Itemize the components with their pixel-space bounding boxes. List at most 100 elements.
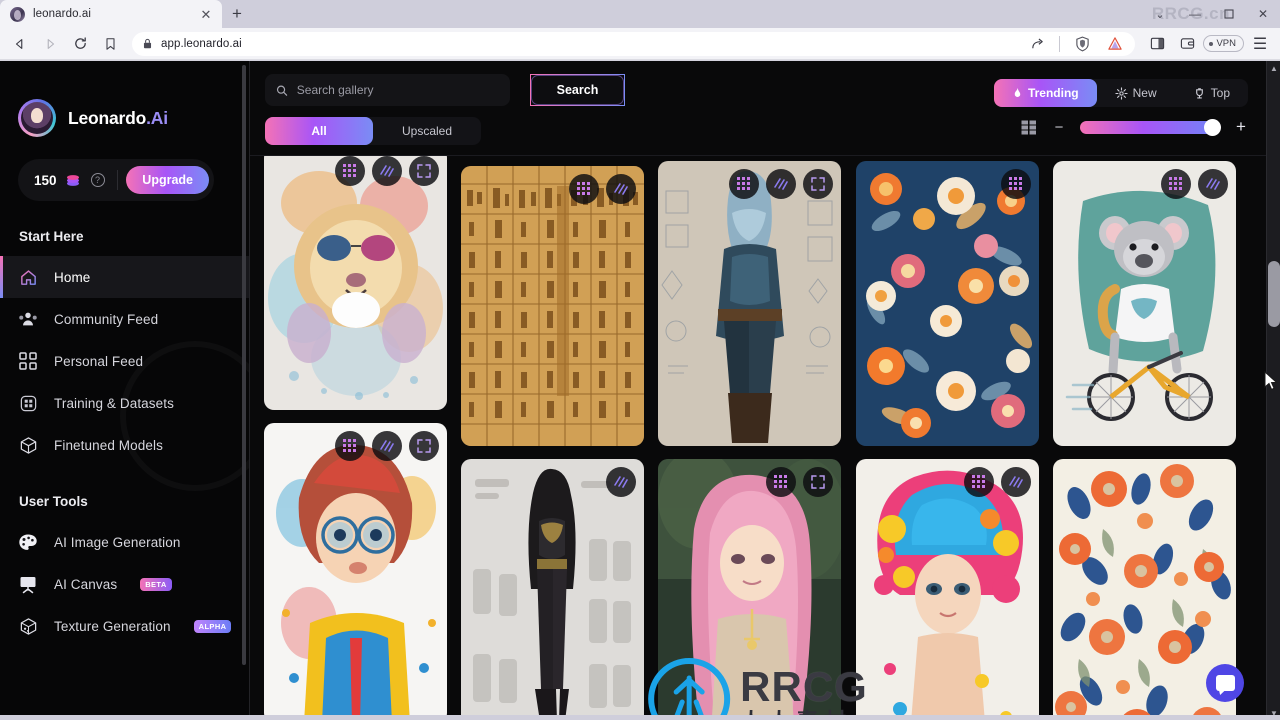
new-tab-button[interactable]: + xyxy=(222,0,252,28)
card-actions xyxy=(729,169,833,199)
sidebar-item-personal-feed[interactable]: Personal Feed xyxy=(0,340,249,382)
sidebar-item-label: Finetuned Models xyxy=(54,437,163,453)
search-input-wrapper[interactable] xyxy=(265,74,510,106)
gallery-card-pink-haired-fantasy[interactable] xyxy=(658,459,841,720)
tab-trending[interactable]: Trending xyxy=(993,79,1097,107)
pixelate-icon[interactable] xyxy=(569,174,599,204)
lock-icon xyxy=(143,38,152,49)
maximize-button[interactable] xyxy=(1212,0,1246,28)
gallery-column xyxy=(264,156,447,720)
gallery-card-koala-bicycle[interactable] xyxy=(1053,161,1236,446)
sidebar-item-label: Personal Feed xyxy=(54,353,144,369)
sidebar-item-ai-canvas[interactable]: AI Canvas BETA xyxy=(0,563,249,605)
back-icon[interactable] xyxy=(6,31,34,57)
url-text: app.leonardo.ai xyxy=(161,37,242,50)
card-image xyxy=(856,459,1039,720)
share-icon[interactable] xyxy=(1023,31,1051,57)
pixelate-icon[interactable] xyxy=(1001,169,1031,199)
minimize-button[interactable]: — xyxy=(1178,0,1212,28)
window-bottom-edge xyxy=(0,715,1280,720)
sparkle-icon xyxy=(1114,86,1128,100)
sidebar-item-finetuned-models[interactable]: Finetuned Models xyxy=(0,424,249,466)
motion-lines-icon[interactable] xyxy=(606,174,636,204)
motion-lines-icon[interactable] xyxy=(372,431,402,461)
window-close-button[interactable]: ✕ xyxy=(1246,0,1280,28)
gallery-column xyxy=(1053,161,1236,720)
upgrade-button[interactable]: Upgrade xyxy=(126,166,209,194)
card-actions xyxy=(1161,169,1228,199)
pixelate-icon[interactable] xyxy=(729,169,759,199)
search-input[interactable] xyxy=(296,83,499,97)
motion-lines-icon[interactable] xyxy=(372,156,402,186)
tab-all[interactable]: All xyxy=(265,117,373,145)
status-badge-alpha: ALPHA xyxy=(193,619,232,633)
motion-lines-icon[interactable] xyxy=(606,467,636,497)
browser-tab[interactable]: leonardo.ai ✕ xyxy=(0,0,222,28)
zoom-slider[interactable] xyxy=(1080,118,1221,136)
motion-lines-icon[interactable] xyxy=(766,169,796,199)
forward-icon[interactable] xyxy=(36,31,64,57)
messenger-button[interactable] xyxy=(1206,664,1244,702)
card-image xyxy=(1053,161,1236,446)
pixelate-icon[interactable] xyxy=(335,431,365,461)
sidebar-item-home[interactable]: Home xyxy=(0,256,249,298)
tab-top[interactable]: Top xyxy=(1175,79,1248,107)
sidebar-item-label: Texture Generation xyxy=(54,618,171,634)
chevron-down-icon[interactable]: ⌄ xyxy=(1142,0,1178,28)
motion-lines-icon[interactable] xyxy=(1001,467,1031,497)
gallery-card-navy-floral-pattern[interactable] xyxy=(856,161,1039,446)
training-icon xyxy=(17,392,39,414)
expand-icon[interactable] xyxy=(803,169,833,199)
scroll-up-arrow[interactable]: ▲ xyxy=(1267,61,1280,75)
tab-new[interactable]: New xyxy=(1097,79,1175,107)
card-image xyxy=(264,423,447,720)
expand-icon[interactable] xyxy=(803,467,833,497)
pixelate-icon[interactable] xyxy=(335,156,365,186)
address-bar-actions xyxy=(1023,32,1129,56)
pixelate-icon[interactable] xyxy=(964,467,994,497)
zoom-slider-knob[interactable] xyxy=(1204,118,1221,136)
reload-icon[interactable] xyxy=(66,31,94,57)
bookmark-icon[interactable] xyxy=(96,31,124,57)
card-actions xyxy=(335,156,439,186)
address-bar[interactable]: app.leonardo.ai xyxy=(132,31,1136,56)
close-icon[interactable]: ✕ xyxy=(198,6,214,22)
gallery-card-dark-fantasy-warrior[interactable] xyxy=(461,459,644,720)
sidebar-item-ai-image-generation[interactable]: AI Image Generation xyxy=(0,521,249,563)
layout-grid-icon[interactable] xyxy=(1020,118,1038,136)
sidebar-item-texture-generation[interactable]: Texture Generation ALPHA xyxy=(0,605,249,647)
sidebar-panel-icon[interactable] xyxy=(1143,31,1171,57)
expand-icon[interactable] xyxy=(409,431,439,461)
sidebar-item-training-datasets[interactable]: Training & Datasets xyxy=(0,382,249,424)
browser-menu-icon[interactable]: ☰ xyxy=(1246,31,1274,57)
gallery-card-watercolor-lion[interactable] xyxy=(264,156,447,410)
sidebar-scrollbar[interactable] xyxy=(242,65,246,665)
tab-upscaled[interactable]: Upscaled xyxy=(373,117,481,145)
community-icon xyxy=(17,308,39,330)
search-button[interactable]: Search xyxy=(530,74,625,106)
gallery-card-blue-haired-warrior[interactable] xyxy=(658,161,841,446)
brave-shields-icon[interactable] xyxy=(1068,31,1096,57)
tokens-icon xyxy=(65,173,81,187)
gallery-card-egyptian-hieroglyphs[interactable] xyxy=(461,166,644,446)
brand-name: Leonardo.Ai xyxy=(68,108,168,129)
vpn-button[interactable]: VPN xyxy=(1203,35,1244,52)
flame-icon xyxy=(1014,87,1021,97)
leonardo-favicon-icon xyxy=(10,6,25,22)
expand-icon[interactable] xyxy=(409,156,439,186)
pixelate-icon[interactable] xyxy=(1161,169,1191,199)
credits-help-icon[interactable]: ? xyxy=(90,173,105,187)
brand[interactable]: Leonardo.Ai xyxy=(0,61,249,137)
zoom-out-button[interactable]: − xyxy=(1052,119,1066,136)
sidebar-item-community-feed[interactable]: Community Feed xyxy=(0,298,249,340)
motion-lines-icon[interactable] xyxy=(1198,169,1228,199)
texture-cube-icon xyxy=(17,615,39,637)
scrollbar-thumb[interactable] xyxy=(1268,261,1280,327)
brave-leo-icon[interactable] xyxy=(1101,31,1129,57)
pixelate-icon[interactable] xyxy=(766,467,796,497)
nav-start-here: Home Community Feed Personal Feed Traini… xyxy=(0,256,249,466)
brave-wallet-icon[interactable] xyxy=(1173,31,1201,57)
gallery-card-girl-with-glasses[interactable] xyxy=(264,423,447,720)
gallery-card-rainbow-hair-woman[interactable] xyxy=(856,459,1039,720)
zoom-in-button[interactable]: + xyxy=(1234,117,1248,137)
